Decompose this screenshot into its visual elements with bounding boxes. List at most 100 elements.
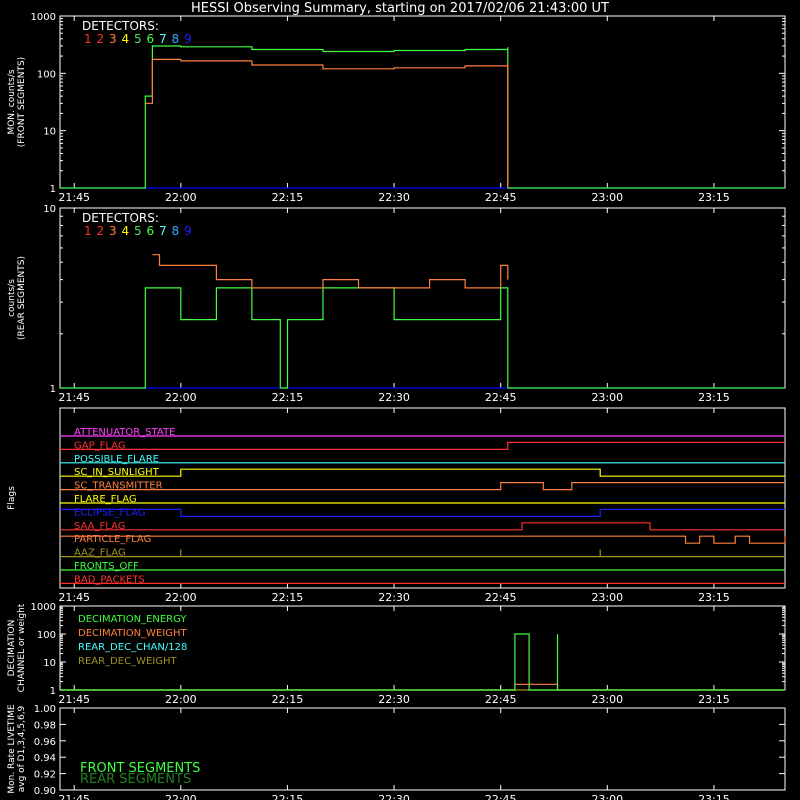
rear-legend-detector-9: 9 <box>184 224 192 238</box>
front-ytick-label: 1000 <box>31 12 56 23</box>
flags-xtick-label: 22:15 <box>272 591 304 604</box>
livetime-xtick-label: 22:30 <box>378 793 410 800</box>
front-legend-title: DETECTORS: <box>82 19 159 33</box>
front-ylabel: MON. counts/s <box>7 69 17 134</box>
livetime-xtick-label: 23:00 <box>591 793 623 800</box>
flags-ylabel: Flags <box>7 486 17 510</box>
rear-legend-title: DETECTORS: <box>82 211 159 225</box>
rear-legend-detector-8: 8 <box>172 224 180 238</box>
rear-xtick-label: 22:30 <box>378 391 410 404</box>
rear-legend-detector-7: 7 <box>159 224 167 238</box>
rear-xtick-label: 23:00 <box>591 391 623 404</box>
decimation-xtick-label: 23:00 <box>591 693 623 706</box>
livetime-ytick-label: 0.90 <box>34 786 56 797</box>
front-legend-detector-8: 8 <box>172 32 180 46</box>
livetime-ytick-label: 0.94 <box>34 753 56 764</box>
flags-xtick-label: 22:30 <box>378 591 410 604</box>
livetime-ylabel: avg of D1,3,4,5,6,9 <box>17 705 27 792</box>
livetime-ytick-label: 1.00 <box>34 704 56 715</box>
rear-xtick-label: 22:45 <box>485 391 517 404</box>
livetime-ytick-label: 0.92 <box>34 770 56 781</box>
rear-frame <box>59 207 786 389</box>
decimation-ylabel: CHANNEL or weight <box>17 603 27 692</box>
front-legend-detector-2: 2 <box>97 32 105 46</box>
decimation-xtick-label: 23:15 <box>698 693 730 706</box>
flags-label-fronts_off: FRONTS_OFF <box>74 561 139 572</box>
rear-legend-detector-5: 5 <box>134 224 142 238</box>
livetime-ytick-label: 0.96 <box>34 737 56 748</box>
flags-series-sc_transmitter <box>60 482 785 491</box>
livetime-xtick-label: 23:15 <box>698 793 730 800</box>
decimation-legend-decimation-energy: DECIMATION_ENERGY <box>78 614 187 625</box>
rear-series-0 <box>60 287 785 389</box>
flags-label-sc_transmitter: SC_TRANSMITTER <box>74 481 163 492</box>
flags-label-attenuator_state: ATTENUATOR_STATE <box>74 427 175 438</box>
flags-label-aaz_flag: AAZ_FLAG <box>74 548 126 559</box>
rear-legend-detector-4: 4 <box>122 224 130 238</box>
rear-legend-detector-1: 1 <box>84 224 92 238</box>
flags-series-sc_in_sunlight <box>60 468 785 477</box>
front-ytick-label: 10 <box>43 127 56 138</box>
flags-series-saa_flag <box>60 522 785 531</box>
decimation-xtick-label: 21:45 <box>58 693 90 706</box>
decimation-ytick-label: 100 <box>37 630 56 641</box>
decimation-series-decimation-weight <box>60 683 785 691</box>
front-frame <box>59 15 786 189</box>
decimation-ytick-label: 10 <box>43 658 56 669</box>
decimation-xtick-label: 22:45 <box>485 693 517 706</box>
front-xtick-label: 22:00 <box>165 191 197 204</box>
front-xtick-label: 22:45 <box>485 191 517 204</box>
front-ylabel: (FRONT SEGMENTS) <box>17 57 27 147</box>
livetime-ytick-label: 0.98 <box>34 720 56 731</box>
rear-legend-detector-2: 2 <box>97 224 105 238</box>
livetime-legend-rear-segments: REAR SEGMENTS <box>80 772 191 787</box>
flags-xtick-label: 23:00 <box>591 591 623 604</box>
front-series-1 <box>145 58 509 188</box>
decimation-legend-rear-dec-chan-128: REAR_DEC_CHAN/128 <box>78 642 187 653</box>
flags-label-particle_flag: PARTICLE_FLAG <box>74 534 151 545</box>
decimation-panel: 21:45 22:00 22:15 22:30 22:45 23:00 23:15 DECIM… <box>7 602 786 706</box>
flags-label-flare_flag: FLARE_FLAG <box>74 494 137 505</box>
front-legend-detector-3: 3 <box>109 32 117 46</box>
decimation-legend-rear-dec-weight: REAR_DEC_WEIGHT <box>78 656 177 667</box>
rear-ylabel: counts/s <box>7 279 17 317</box>
flags-xtick-label: 22:00 <box>165 591 197 604</box>
flags-series-eclipse_flag <box>60 508 785 517</box>
flags-series-particle_flag <box>60 535 786 544</box>
front-legend-detector-9: 9 <box>184 32 192 46</box>
livetime-ylabel: Mon. Rate LIVETIME <box>7 704 17 794</box>
front-legend-detector-1: 1 <box>84 32 92 46</box>
front-xtick-label: 23:15 <box>698 191 730 204</box>
front-legend-detector-5: 5 <box>134 32 142 46</box>
rear-segments-panel: 21:45 22:00 22:15 22:30 22:45 23:00 23:15 count… <box>7 204 786 404</box>
livetime-panel: 21:45 22:00 22:15 22:30 22:45 23:00 23:15 Mon. … <box>7 704 786 800</box>
front-legend-detector-6: 6 <box>147 32 155 46</box>
rear-ylabel: (REAR SEGMENTS) <box>17 256 27 340</box>
rear-ytick-label: 10 <box>43 204 56 215</box>
front-xtick-label: 21:45 <box>58 191 90 204</box>
decimation-xtick-label: 22:15 <box>272 693 304 706</box>
decimation-legend-decimation-weight: DECIMATION_WEIGHT <box>78 628 187 639</box>
rear-xtick-label: 23:15 <box>698 391 730 404</box>
front-ytick-label: 1 <box>50 184 56 195</box>
front-xtick-label: 22:15 <box>272 191 304 204</box>
rear-legend-detector-6: 6 <box>147 224 155 238</box>
decimation-ytick-label: 1 <box>50 686 56 697</box>
front-xtick-label: 23:00 <box>591 191 623 204</box>
decimation-xtick-label: 22:00 <box>165 693 197 706</box>
rear-legend-detector-3: 3 <box>109 224 117 238</box>
flags-label-gap_flag: GAP_FLAG <box>74 440 126 451</box>
flags-label-saa_flag: SAA_FLAG <box>74 521 125 532</box>
flags-series-gap_flag <box>60 441 785 450</box>
flags-label-bad_packets: BAD_PACKETS <box>74 574 145 585</box>
front-legend-detector-7: 7 <box>159 32 167 46</box>
observing-summary-plot: 21:45 22:00 22:15 22:30 22:45 23:00 23:15 MON. … <box>7 12 786 800</box>
rear-xtick-label: 21:45 <box>58 391 90 404</box>
flags-label-sc_in_sunlight: SC_IN_SUNLIGHT <box>74 467 160 478</box>
flags-series-aaz_flag <box>60 549 785 558</box>
decimation-ytick-label: 1000 <box>31 602 56 613</box>
flags-label-eclipse_flag: ECLIPSE_FLAG <box>74 507 145 518</box>
livetime-xtick-label: 22:45 <box>485 793 517 800</box>
front-ytick-label: 100 <box>37 69 56 80</box>
decimation-ylabel: DECIMATION <box>7 620 17 677</box>
